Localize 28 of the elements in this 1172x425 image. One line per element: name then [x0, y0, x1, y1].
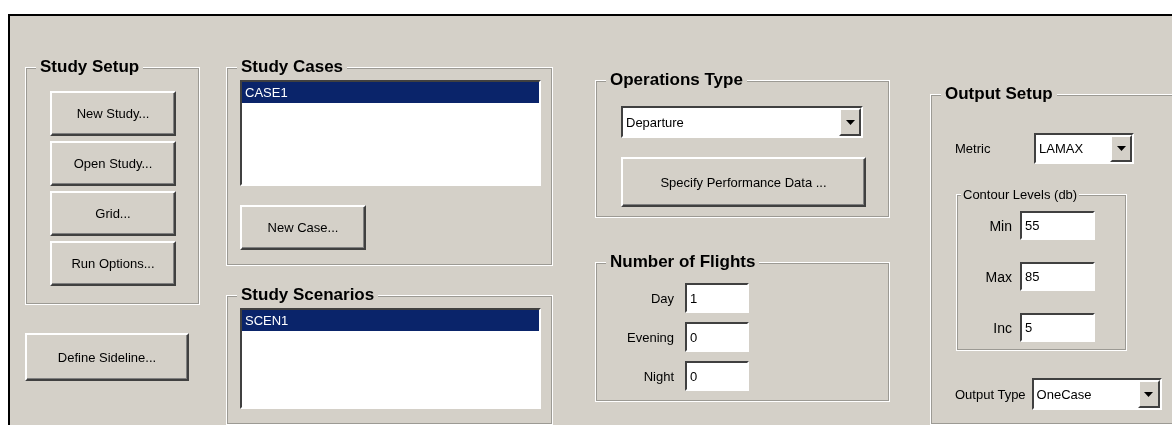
field-label: Evening — [626, 329, 674, 345]
field-label: Day — [649, 290, 674, 306]
field-label: Night — [642, 368, 674, 384]
output-type-dropdown[interactable]: OneCase — [1031, 378, 1162, 410]
dialog-button[interactable]: New Study... — [50, 91, 176, 136]
input-field[interactable]: 0 — [685, 361, 749, 391]
field-label: Min — [988, 217, 1012, 234]
dialog-button[interactable]: Run Options... — [50, 241, 176, 286]
input-field[interactable]: 1 — [685, 283, 749, 313]
new-case-button[interactable]: New Case... — [240, 205, 366, 250]
scenarios-listbox[interactable]: SCEN1 — [240, 308, 541, 409]
input-field[interactable]: 55 — [1020, 211, 1095, 240]
dialog-button[interactable]: Open Study... — [50, 141, 176, 186]
input-field[interactable]: 85 — [1020, 262, 1095, 291]
field-label: Output Type — [955, 386, 1026, 402]
list-item[interactable]: CASE1 — [242, 82, 539, 103]
input-field[interactable]: 5 — [1020, 313, 1095, 342]
field-label: Max — [984, 268, 1012, 285]
input-field[interactable]: 0 — [685, 322, 749, 352]
list-item[interactable]: SCEN1 — [242, 310, 539, 331]
metric-dropdown[interactable]: LAMAX — [1034, 133, 1134, 164]
specify-performance-button[interactable]: Specify Performance Data ... — [621, 157, 866, 207]
field-label: Inc — [992, 319, 1012, 336]
field-label: Metric — [955, 141, 992, 156]
define-sideline-button[interactable]: Define Sideline... — [25, 333, 189, 381]
dialog-button[interactable]: Grid... — [50, 191, 176, 236]
cases-listbox[interactable]: CASE1 — [240, 80, 541, 186]
operations-dropdown[interactable]: Departure — [621, 106, 863, 138]
